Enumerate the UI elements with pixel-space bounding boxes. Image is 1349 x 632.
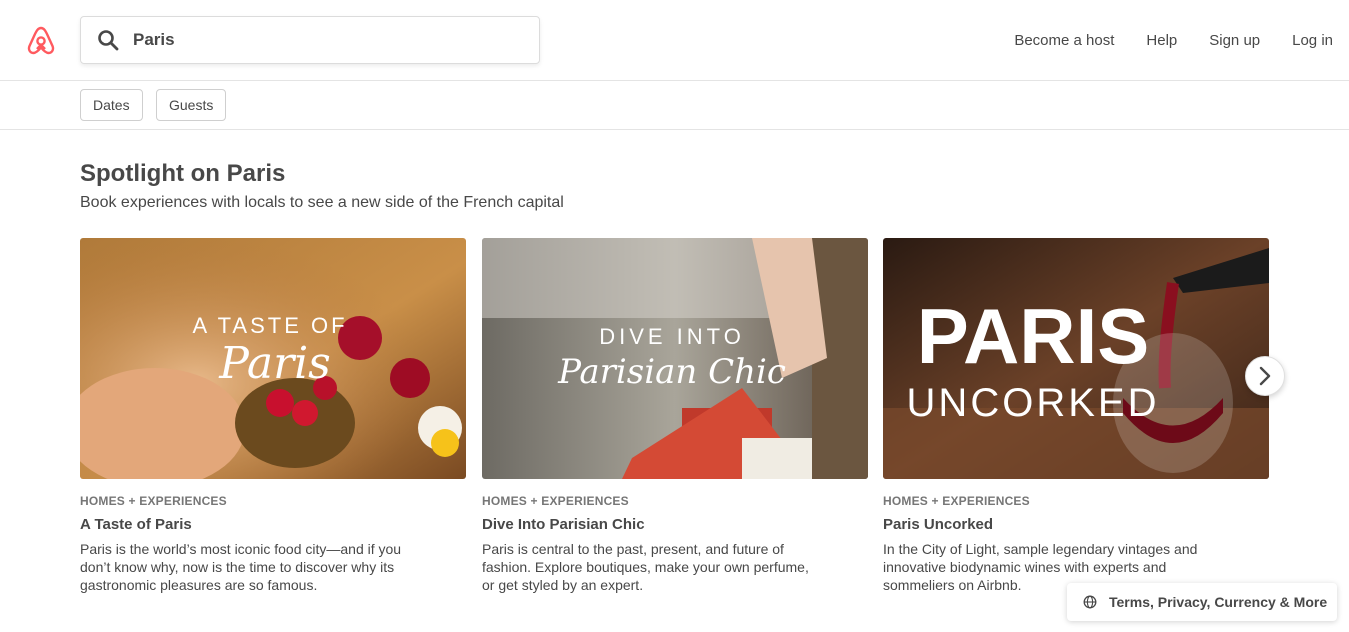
log-in-link[interactable]: Log in xyxy=(1292,32,1333,49)
header: Paris Become a host Help Sign up Log in xyxy=(0,0,1349,81)
become-host-link[interactable]: Become a host xyxy=(1014,32,1114,49)
card-kicker: HOMES + EXPERIENCES xyxy=(883,494,1030,508)
airbnb-logo-icon[interactable] xyxy=(24,24,58,58)
card-image[interactable]: PARIS UNCORKED xyxy=(883,238,1269,479)
card-image-caption-main: PARIS xyxy=(917,292,1150,380)
card-image-caption-main: Parisian Chic xyxy=(557,352,786,392)
card-kicker: HOMES + EXPERIENCES xyxy=(482,494,629,508)
card-title[interactable]: A Taste of Paris xyxy=(80,516,466,533)
experience-card[interactable]: DIVE INTO Parisian Chic HOMES + EXPERIEN… xyxy=(482,238,868,594)
chevron-right-icon xyxy=(1259,366,1271,386)
filter-bar: Dates Guests xyxy=(0,81,1349,130)
card-title[interactable]: Dive Into Parisian Chic xyxy=(482,516,868,533)
card-image[interactable]: DIVE INTO Parisian Chic xyxy=(482,238,868,479)
card-kicker: HOMES + EXPERIENCES xyxy=(80,494,227,508)
card-image[interactable]: A TASTE OF Paris xyxy=(80,238,466,479)
globe-icon xyxy=(1083,595,1097,609)
top-nav: Become a host Help Sign up Log in xyxy=(1014,0,1349,80)
footer-links-button[interactable]: Terms, Privacy, Currency & More xyxy=(1067,583,1337,621)
card-description: Paris is central to the past, present, a… xyxy=(482,541,809,593)
card-description: Paris is the world’s most iconic food ci… xyxy=(80,541,402,593)
search-bar[interactable]: Paris xyxy=(80,16,540,64)
section-subtitle: Book experiences with locals to see a ne… xyxy=(80,194,564,211)
card-image-caption-sub: UNCORKED xyxy=(907,381,1160,425)
card-title[interactable]: Paris Uncorked xyxy=(883,516,1269,533)
experience-card[interactable]: A TASTE OF Paris HOMES + EXPERIENCES A T… xyxy=(80,238,466,594)
section-title: Spotlight on Paris xyxy=(80,160,286,187)
card-image-caption-top: A TASTE OF xyxy=(192,313,347,338)
guests-filter-button[interactable]: Guests xyxy=(156,89,227,121)
carousel-next-button[interactable] xyxy=(1245,356,1285,396)
card-image-caption-main: Paris xyxy=(218,338,331,389)
search-icon xyxy=(98,30,119,51)
experience-card[interactable]: PARIS UNCORKED HOMES + EXPERIENCES Paris… xyxy=(883,238,1269,594)
card-image-caption-top: DIVE INTO xyxy=(599,324,745,349)
footer-links-label: Terms, Privacy, Currency & More xyxy=(1109,594,1328,610)
help-link[interactable]: Help xyxy=(1146,32,1177,49)
dates-filter-button[interactable]: Dates xyxy=(80,89,143,121)
sign-up-link[interactable]: Sign up xyxy=(1209,32,1260,49)
search-input[interactable]: Paris xyxy=(133,30,175,50)
